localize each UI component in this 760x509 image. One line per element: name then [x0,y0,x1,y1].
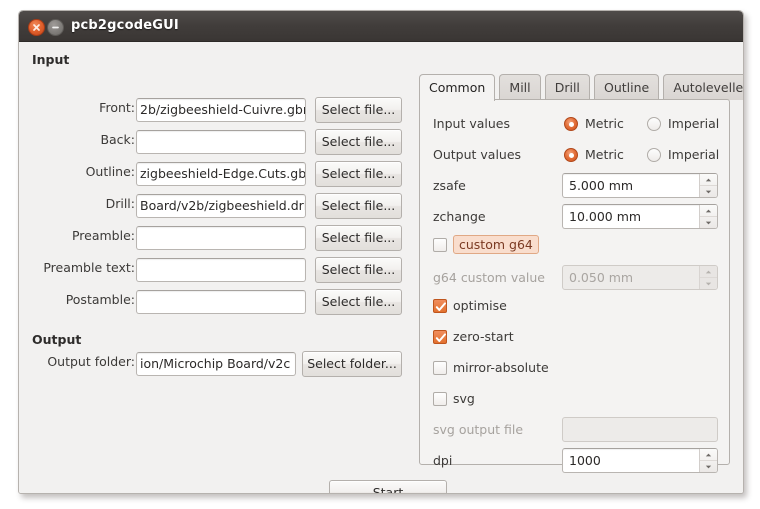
preamble-label: Preamble: [71,228,135,243]
settings-notebook: Common Mill Drill Outline Autoleveller I… [419,74,743,473]
zsafe-spinner[interactable]: 5.000 mm [562,173,718,198]
g64-custom-value-label: g64 custom value [433,270,545,285]
custom-g64-label[interactable]: custom g64 [453,235,539,254]
tab-page-common: Input values Metric Imperial Output valu… [419,99,730,473]
tab-outline[interactable]: Outline [594,74,660,100]
postamble-label: Postamble: [65,292,135,307]
back-input[interactable] [136,130,306,154]
client-area: Input Front: 2b/zigbeeshield-Cuivre.gbr … [19,42,743,493]
output-section-title: Output [32,332,82,347]
postamble-input[interactable] [136,290,306,314]
dpi-value: 1000 [569,453,601,468]
output-values-label: Output values [433,147,522,162]
zchange-value: 10.000 mm [569,209,642,224]
output-values-imperial-radio[interactable] [647,148,661,162]
drill-input[interactable]: Board/v2b/zigbeeshield.drl [136,194,306,218]
front-select-file-button[interactable]: Select file... [315,97,402,123]
dpi-spinner[interactable]: 1000 [562,448,718,473]
front-label: Front: [99,100,135,115]
drill-select-file-button[interactable]: Select file... [315,193,402,219]
input-values-imperial-radio[interactable] [647,117,661,131]
zchange-spin-down-icon[interactable] [700,217,717,228]
tab-strip: Common Mill Drill Outline Autoleveller [419,74,743,101]
zero-start-label[interactable]: zero-start [453,327,514,347]
g64-spin-buttons[interactable] [699,266,717,289]
zsafe-spin-up-icon[interactable] [700,174,717,186]
optimise-checkbox[interactable] [433,299,447,313]
preamble-text-input[interactable] [136,258,306,282]
input-values-imperial-label[interactable]: Imperial [668,114,719,134]
tab-mill[interactable]: Mill [499,74,541,100]
output-folder-input[interactable]: ion/Microchip Board/v2c [136,352,296,376]
g64-custom-value: 0.050 mm [569,270,634,285]
zsafe-spin-buttons[interactable] [699,174,717,197]
g64-spin-down-icon[interactable] [700,278,717,289]
back-select-file-button[interactable]: Select file... [315,129,402,155]
svg-output-file-label: svg output file [433,422,524,437]
preamble-input[interactable] [136,226,306,250]
postamble-select-file-button[interactable]: Select file... [315,289,402,315]
input-values-metric-label[interactable]: Metric [585,114,624,134]
minimize-icon[interactable] [47,19,64,36]
g64-custom-value-spinner[interactable]: 0.050 mm [562,265,718,290]
input-section-title: Input [32,52,70,67]
mirror-absolute-label[interactable]: mirror-absolute [453,358,549,378]
tab-drill[interactable]: Drill [544,74,590,100]
outline-select-file-button[interactable]: Select file... [315,161,402,187]
screen: pcb2gcodeGUI Input Front: 2b/zigbeeshiel… [0,0,760,509]
dpi-label: dpi [433,453,453,468]
zchange-spinner[interactable]: 10.000 mm [562,204,718,229]
back-label: Back: [100,132,135,147]
start-button[interactable]: Start [329,480,447,493]
output-values-metric-label[interactable]: Metric [585,145,624,165]
zsafe-value: 5.000 mm [569,178,634,193]
dpi-spin-down-icon[interactable] [700,461,717,472]
output-values-metric-radio[interactable] [564,148,578,162]
preamble-select-file-button[interactable]: Select file... [315,225,402,251]
zchange-label: zchange [433,209,486,224]
output-values-imperial-label[interactable]: Imperial [668,145,719,165]
tab-autoleveller[interactable]: Autoleveller [663,74,743,100]
zsafe-spin-down-icon[interactable] [700,186,717,197]
mirror-absolute-checkbox[interactable] [433,361,447,375]
zchange-spin-buttons[interactable] [699,205,717,228]
preamble-text-select-file-button[interactable]: Select file... [315,257,402,283]
outline-label: Outline: [85,164,135,179]
svg-output-file-input[interactable] [562,417,718,442]
drill-label: Drill: [105,196,135,211]
close-icon[interactable] [28,19,45,36]
output-folder-label: Output folder: [47,354,135,369]
title-bar: pcb2gcodeGUI [19,11,743,42]
outline-input[interactable]: zigbeeshield-Edge.Cuts.gbr [136,162,306,186]
zsafe-label: zsafe [433,178,466,193]
preamble-text-label: Preamble text: [43,260,135,275]
zchange-spin-up-icon[interactable] [700,205,717,217]
window-title: pcb2gcodeGUI [71,18,179,33]
dpi-spin-buttons[interactable] [699,449,717,472]
output-folder-select-button[interactable]: Select folder... [302,351,402,377]
tab-common[interactable]: Common [419,74,496,101]
input-values-metric-radio[interactable] [564,117,578,131]
input-values-label: Input values [433,116,510,131]
custom-g64-checkbox[interactable] [433,238,447,252]
zero-start-checkbox[interactable] [433,330,447,344]
dpi-spin-up-icon[interactable] [700,449,717,461]
svg-label[interactable]: svg [453,389,475,409]
svg-checkbox[interactable] [433,392,447,406]
g64-spin-up-icon[interactable] [700,266,717,278]
application-window: pcb2gcodeGUI Input Front: 2b/zigbeeshiel… [18,10,744,494]
optimise-label[interactable]: optimise [453,296,507,316]
front-input[interactable]: 2b/zigbeeshield-Cuivre.gbr [136,98,306,122]
